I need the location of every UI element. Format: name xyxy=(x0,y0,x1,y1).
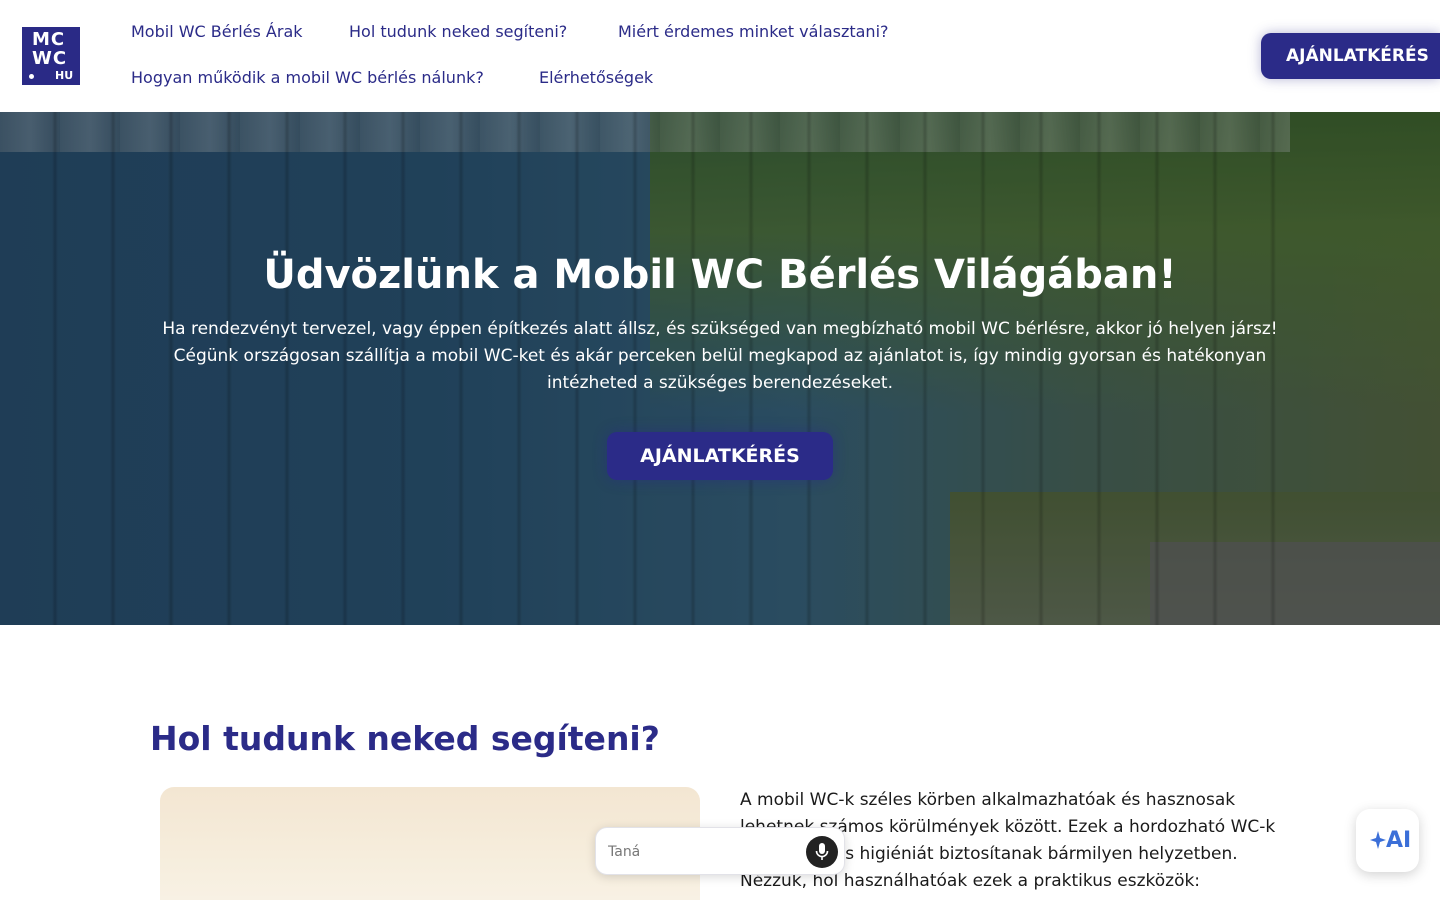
header-quote-button[interactable]: AJÁNLATKÉRÉS xyxy=(1261,33,1440,79)
nav-link-why-choose-us[interactable]: Miért érdemes minket választani? xyxy=(618,22,889,41)
logo-text-line3: HU xyxy=(55,69,74,82)
logo-text-line1: MC xyxy=(32,29,66,50)
site-header: MC WC HU Mobil WC Bérlés Árak Hol tudunk… xyxy=(0,0,1440,112)
section-title: Hol tudunk neked segíteni? xyxy=(150,719,660,758)
hero-title: Üdvözlünk a Mobil WC Bérlés Világában! xyxy=(263,252,1177,298)
ai-assistant-button[interactable]: AI xyxy=(1356,809,1419,872)
microphone-icon xyxy=(815,843,829,860)
hero-section: Üdvözlünk a Mobil WC Bérlés Világában! H… xyxy=(0,112,1440,625)
logo-dot xyxy=(29,74,34,79)
nav-link-contacts[interactable]: Elérhetőségek xyxy=(539,68,653,87)
microphone-button[interactable] xyxy=(806,836,838,868)
ai-assistant-label: AI xyxy=(1386,828,1412,853)
chat-input[interactable] xyxy=(608,838,798,866)
hero-description: Ha rendezvényt tervezel, vagy éppen épít… xyxy=(162,319,1278,393)
logo-text-line2: WC xyxy=(32,48,68,69)
hero-quote-button[interactable]: AJÁNLATKÉRÉS xyxy=(607,432,833,480)
chat-widget xyxy=(595,827,845,875)
nav-link-how-it-works[interactable]: Hogyan működik a mobil WC bérlés nálunk? xyxy=(131,68,484,87)
nav-link-where-we-help[interactable]: Hol tudunk neked segíteni? xyxy=(349,22,567,41)
sparkle-icon xyxy=(1370,831,1386,849)
nav-link-prices[interactable]: Mobil WC Bérlés Árak xyxy=(131,22,303,41)
site-logo[interactable]: MC WC HU xyxy=(22,27,80,85)
